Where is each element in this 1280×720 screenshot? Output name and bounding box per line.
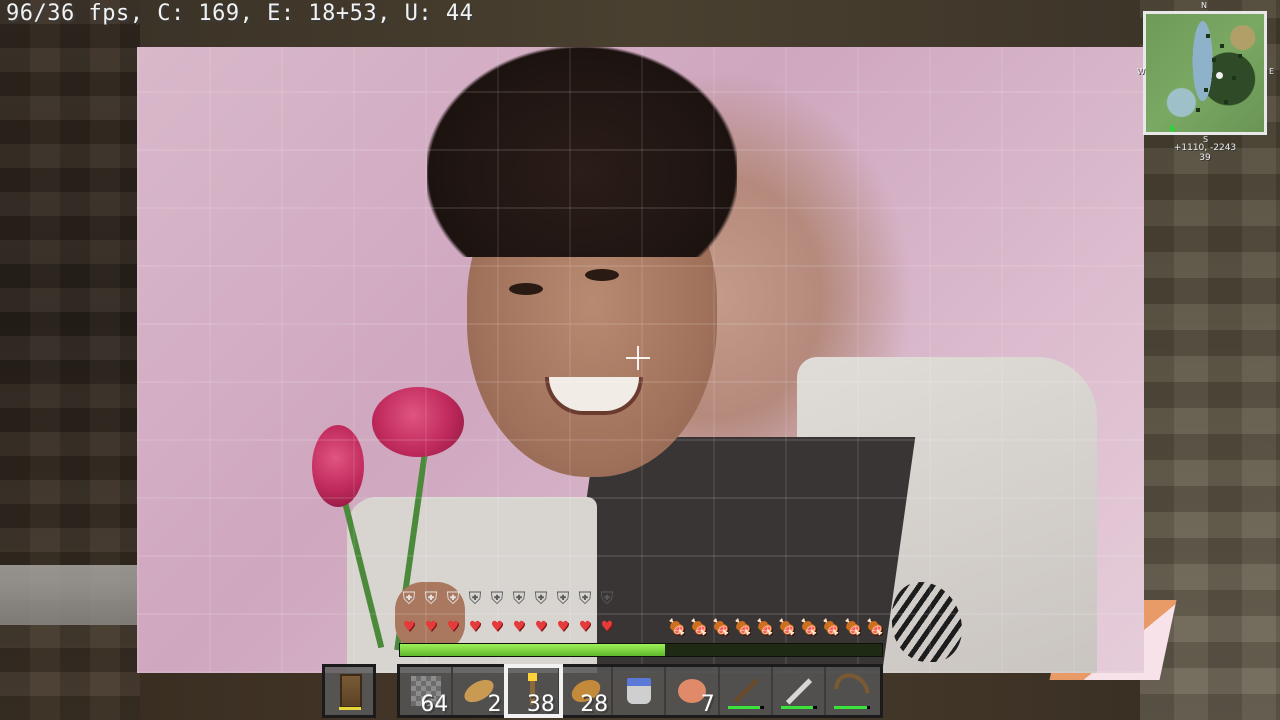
debug-overlay: 96/36 fps, C: 169, E: 18+53, U: 44 <box>6 1 474 26</box>
compass-west: W <box>1137 67 1145 76</box>
map-tree <box>1196 108 1200 112</box>
hunger-bar: 🍖 🍖 🍖 🍖 🍖 🍖 🍖 🍖 🍖 🍖 <box>667 617 885 637</box>
heart-icon: ♥ <box>601 617 613 637</box>
armor-icon: ⛨ <box>490 589 504 609</box>
heart-icon: ♥ <box>579 617 591 637</box>
drumstick-icon: 🍖 <box>843 618 863 636</box>
drumstick-icon: 🍖 <box>799 618 819 636</box>
heart-icon: ♥ <box>425 617 437 637</box>
map-tree <box>1220 44 1224 48</box>
heart-icon: ♥ <box>403 617 415 637</box>
waypoint-icon <box>1170 124 1176 132</box>
map-tree <box>1212 58 1216 62</box>
armor-icon: ⛨ <box>556 589 570 609</box>
player-marker-icon <box>1216 72 1223 79</box>
experience-fill <box>400 644 666 656</box>
item-count: 64 <box>420 692 449 717</box>
experience-bar <box>399 643 883 657</box>
drumstick-icon: 🍖 <box>821 618 841 636</box>
bow-icon <box>827 666 878 716</box>
drumstick-icon: 🍖 <box>865 618 885 636</box>
oak-door-icon <box>335 674 367 708</box>
y-level: 39 <box>1199 153 1211 163</box>
minimap: N S W E <box>1137 1 1274 144</box>
map-tree <box>1206 34 1210 38</box>
armor-icon: ⛨ <box>578 589 592 609</box>
water-bucket-icon <box>623 675 655 707</box>
durability-bar <box>781 706 818 709</box>
map-tree <box>1238 54 1242 58</box>
hotbar-slot-3[interactable]: 38 <box>503 664 563 718</box>
pickaxe-icon <box>730 675 762 707</box>
armor-icon: ⛨ <box>534 589 548 609</box>
map-tree <box>1224 100 1228 104</box>
heart-icon: ♥ <box>447 617 459 637</box>
map-tree <box>1204 88 1208 92</box>
xz-coordinates: +1110, -2243 <box>1173 143 1237 153</box>
item-count: 7 <box>700 692 715 717</box>
drumstick-icon: 🍖 <box>733 618 753 636</box>
heart-icon: ♥ <box>469 617 481 637</box>
durability-bar <box>834 706 871 709</box>
health-bar: ♥ ♥ ♥ ♥ ♥ ♥ ♥ ♥ ♥ ♥ <box>399 617 617 637</box>
armor-icon: ⛨ <box>446 589 460 609</box>
hotbar-slot-4[interactable]: 28 <box>560 667 614 717</box>
item-count: 38 <box>526 692 555 717</box>
durability-bar <box>727 706 764 709</box>
hotbar-slot-1[interactable]: 64 <box>400 667 454 717</box>
hotbar-slot-7[interactable] <box>720 667 774 715</box>
offhand-slot[interactable] <box>322 664 376 718</box>
armor-icon: ⛨ <box>402 589 416 609</box>
compass-north: N <box>1201 1 1207 10</box>
heart-icon: ♥ <box>557 617 569 637</box>
heart-icon: ♥ <box>513 617 525 637</box>
drumstick-icon: 🍖 <box>755 618 775 636</box>
armor-icon: ⛨ <box>424 589 438 609</box>
item-count: 28 <box>580 692 609 717</box>
compass-east: E <box>1269 67 1275 76</box>
heart-icon: ♥ <box>491 617 503 637</box>
hotbar-slot-8[interactable] <box>773 667 827 715</box>
armor-icon: ⛨ <box>512 589 526 609</box>
hotbar-slot-9[interactable] <box>826 666 879 716</box>
hotbar-slot-6[interactable]: 7 <box>666 667 720 717</box>
crosshair-icon <box>626 346 650 370</box>
hotbar-slot-2[interactable]: 2 <box>453 667 507 717</box>
map-tree <box>1232 76 1236 80</box>
item-count: 2 <box>487 692 502 717</box>
iron-sword-icon <box>783 675 815 707</box>
drumstick-icon: 🍖 <box>711 618 731 636</box>
drumstick-icon: 🍖 <box>777 618 797 636</box>
hotbar-slot-5[interactable] <box>613 667 667 715</box>
armor-icon: ⛨ <box>468 589 482 609</box>
hotbar: 64 2 38 28 7 <box>397 664 883 718</box>
minimap-terrain <box>1146 14 1264 132</box>
armor-bar: ⛨ ⛨ ⛨ ⛨ ⛨ ⛨ ⛨ ⛨ ⛨ ⛨ <box>399 589 617 609</box>
heart-icon: ♥ <box>535 617 547 637</box>
armor-icon: ⛨ <box>600 589 614 609</box>
offhand-indicator <box>339 707 361 710</box>
drumstick-icon: 🍖 <box>689 618 709 636</box>
coordinates: +1110, -2243 39 <box>1150 143 1260 163</box>
drumstick-icon: 🍖 <box>667 618 687 636</box>
